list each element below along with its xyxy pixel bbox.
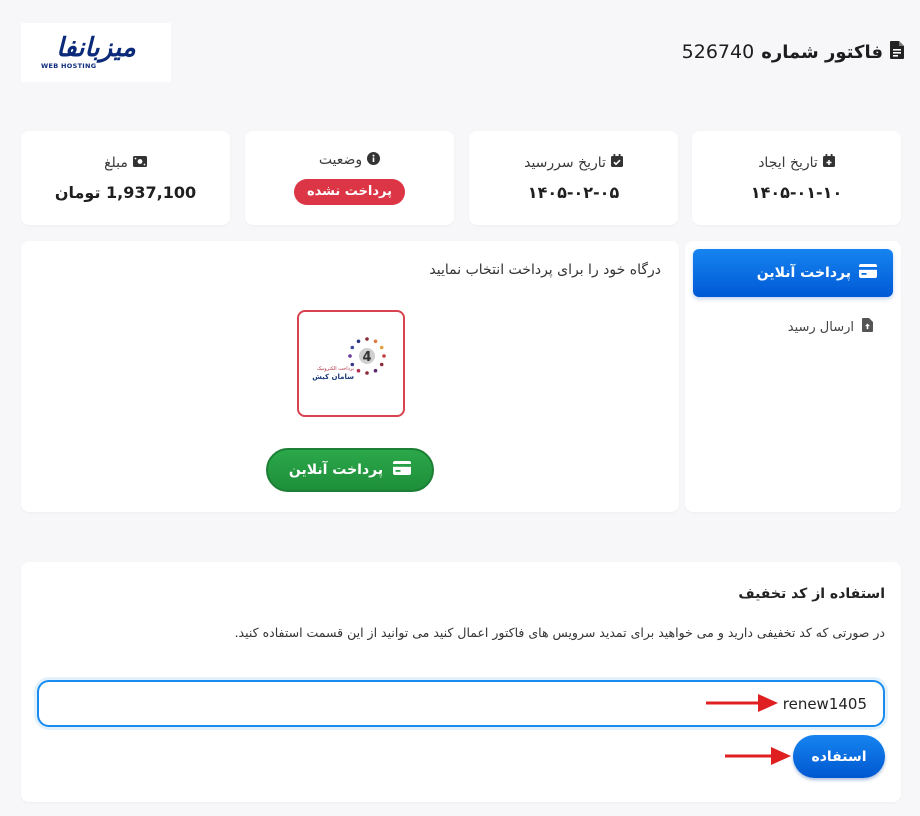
discount-title: استفاده از کد تخفیف [738,586,885,602]
invoice-icon [890,40,904,64]
due-date-label: تاریخ سررسید [524,154,606,171]
saman-logo-line1: پرداخت الکترونیک [316,366,354,372]
calendar-plus-icon [822,154,835,171]
money-bill-icon [132,155,147,171]
discount-description: در صورتی که کد تخفیفی دارید و می خواهید … [234,625,885,640]
created-date-label: تاریخ ایجاد [758,154,818,171]
due-date-card: تاریخ سررسید ۱۴۰۵-۰۲-۰۵ [469,131,678,225]
tab-online-payment-label: پرداخت آنلاین [756,265,851,281]
invoice-title-label: فاکتور شماره [761,41,883,63]
annotation-arrow-button [725,747,791,765]
tab-online-payment[interactable]: پرداخت آنلاین [693,249,893,297]
online-payment-button[interactable]: پرداخت آنلاین [266,448,434,492]
credit-card-icon [393,461,412,479]
due-date-value: ۱۴۰۵-۰۲-۰۵ [527,183,620,202]
credit-card-icon [859,264,877,282]
online-payment-button-label: پرداخت آنلاین [288,462,384,478]
status-card: وضعیت پرداخت نشده [245,131,454,225]
page-title: فاکتور شماره 526740 [682,38,904,66]
info-circle-icon [367,151,381,169]
file-upload-icon [862,318,873,336]
brand-logo[interactable]: میزبانفا WEB HOSTING [21,23,171,82]
created-date-card: تاریخ ایجاد ۱۴۰۵-۰۱-۱۰ [692,131,901,225]
apply-discount-button[interactable]: استفاده [793,735,885,778]
status-badge: پرداخت نشده [293,178,406,205]
annotation-arrow-input [706,694,778,712]
apply-discount-button-label: استفاده [811,748,867,765]
status-label: وضعیت [318,152,363,168]
saman-kish-logo-icon: 4 [348,336,386,375]
calendar-check-icon [610,154,623,171]
tab-send-receipt-label: ارسال رسید [787,319,854,335]
gateway-title: درگاه خود را برای پرداخت انتخاب نمایید [429,262,661,278]
tab-send-receipt[interactable]: ارسال رسید [693,313,893,341]
logo-text: میزبانفا [56,33,137,63]
gateway-option-saman[interactable]: 4 [297,310,405,417]
logo-subtitle: WEB HOSTING [41,62,97,70]
amount-value: 1,937,100 تومان [54,182,197,202]
amount-card: مبلغ 1,937,100 تومان [21,131,230,225]
invoice-number: 526740 [681,41,755,63]
saman-logo-text: پرداخت الکترونیک سامان کیش [306,366,354,382]
saman-logo-line2: سامان کیش [312,373,354,381]
svg-text:4: 4 [362,350,371,365]
created-date-value: ۱۴۰۵-۰۱-۱۰ [750,183,843,202]
amount-label: مبلغ [104,154,128,171]
